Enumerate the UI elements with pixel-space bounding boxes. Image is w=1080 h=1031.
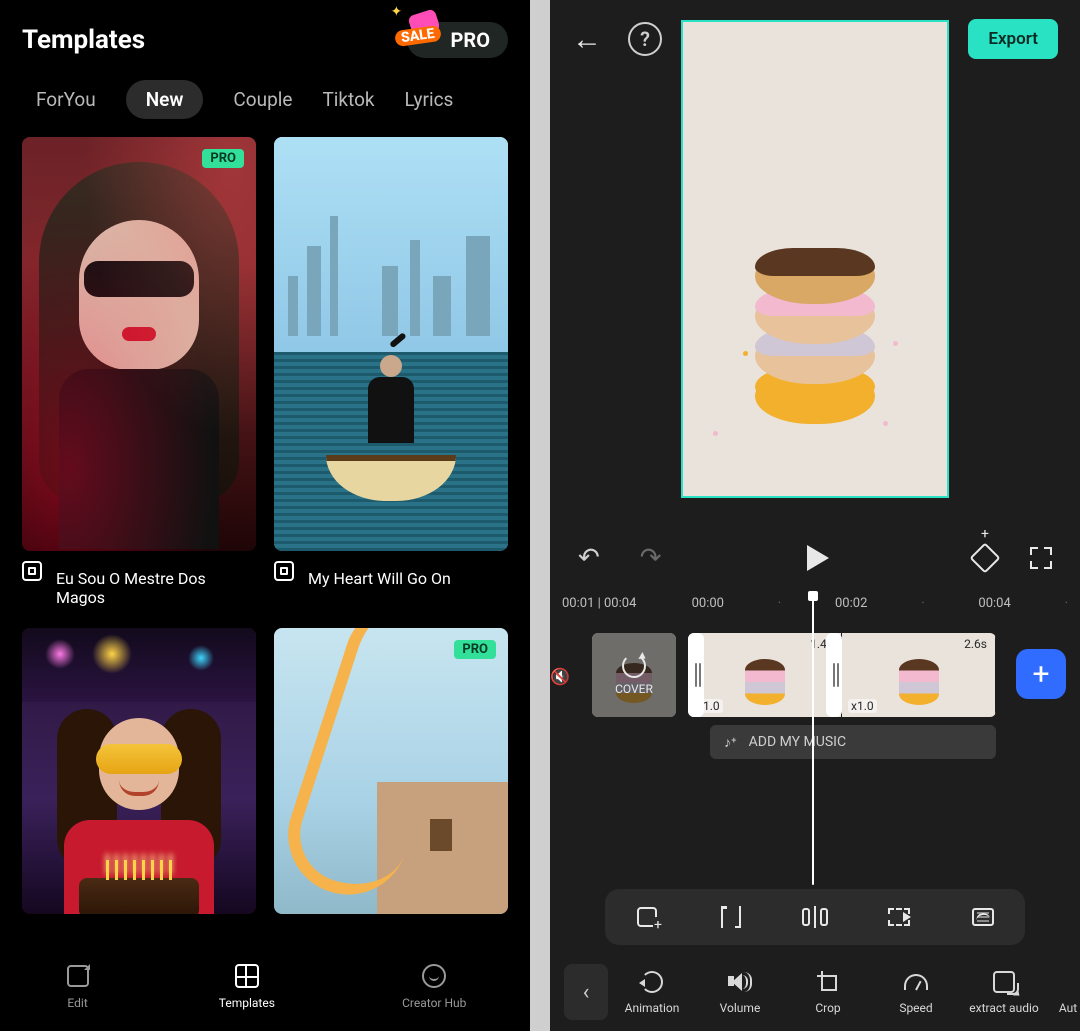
clip-duration: 2.6s [964, 637, 987, 651]
tool-crop[interactable]: Crop [784, 969, 872, 1015]
tool-label: Aut [1059, 1001, 1077, 1015]
animation-icon [641, 971, 663, 993]
creator-hub-icon [422, 964, 446, 988]
template-thumbnail [274, 137, 508, 551]
tool-bar: ‹ Animation Volume Crop Speed [550, 953, 1080, 1031]
add-clip-button[interactable]: + [1016, 649, 1066, 699]
left-header: Templates ✦ SALE PRO [0, 0, 530, 68]
nav-edit[interactable]: Edit [64, 962, 92, 1010]
page-title: Templates [22, 25, 145, 55]
tool-label: Volume [720, 1001, 761, 1015]
template-title: My Heart Will Go On [304, 559, 455, 588]
editor-pane: ← ? Export ↶ ↷ [550, 0, 1080, 1031]
keyframe-button[interactable] [969, 542, 1000, 573]
template-card[interactable]: My Heart Will Go On [274, 137, 508, 610]
trim-button[interactable] [718, 904, 744, 930]
tool-label: extract audio [969, 1001, 1038, 1015]
help-button[interactable]: ? [628, 22, 662, 56]
clip-handle-right[interactable] [826, 633, 842, 717]
clip[interactable]: 2.6s x1.0 [842, 633, 996, 717]
tab-tiktok[interactable]: Tiktok [322, 88, 374, 111]
toolbar-back-button[interactable]: ‹ [564, 964, 608, 1020]
tool-label: Crop [815, 1001, 840, 1015]
template-card[interactable] [22, 628, 256, 917]
tool-speed[interactable]: Speed [872, 969, 960, 1015]
reel-icon [274, 561, 294, 581]
pro-sale-button[interactable]: ✦ SALE PRO [407, 22, 509, 58]
undo-button[interactable]: ↶ [578, 543, 600, 573]
clip-strip: 1.4s x1.0 2.6s x1.0 [688, 633, 996, 717]
time-position: 00:01 | 00:04 [562, 596, 636, 611]
template-card[interactable]: PRO Eu Sou O Mestre Dos Magos [22, 137, 256, 610]
tool-extract-audio[interactable]: extract audio [960, 969, 1048, 1015]
adjust-button[interactable] [970, 904, 996, 930]
template-title: Eu Sou O Mestre Dos Magos [52, 559, 256, 607]
redo-button[interactable]: ↷ [640, 543, 662, 573]
preview-area [550, 78, 1080, 518]
quick-tools [605, 889, 1025, 945]
tool-animation[interactable]: Animation [608, 969, 696, 1015]
split-button[interactable] [802, 904, 828, 930]
category-tabs: ForYou New Couple Tiktok Lyrics [0, 68, 530, 137]
duplicate-button[interactable] [634, 904, 660, 930]
refresh-icon [622, 654, 646, 678]
template-thumbnail [22, 137, 256, 551]
tool-label: Animation [625, 1001, 680, 1015]
templates-icon [235, 964, 259, 988]
mute-icon[interactable]: 🔇 [550, 667, 570, 686]
ruler-label: 00:04 [925, 596, 1065, 611]
template-thumbnail [22, 628, 256, 914]
back-button[interactable]: ← [572, 22, 602, 57]
template-thumbnail [274, 628, 508, 914]
timeline[interactable]: 🔇 COVER 1.4s x1.0 2.6s x1.0 + ♪⁺ [550, 613, 1080, 783]
clip[interactable]: 1.4s x1.0 [688, 633, 842, 717]
ruler-label: 00:02 [781, 596, 921, 611]
cover-label: COVER [615, 682, 653, 696]
pro-chip: PRO [454, 640, 496, 659]
tool-volume[interactable]: Volume [696, 969, 784, 1015]
template-card[interactable]: PRO [274, 628, 508, 917]
nav-label: Edit [67, 996, 87, 1010]
tool-auto[interactable]: Aut [1048, 969, 1080, 1015]
volume-icon [728, 971, 752, 993]
transition-button[interactable] [886, 904, 912, 930]
transport-bar: ↶ ↷ [550, 528, 1080, 588]
nav-label: Creator Hub [402, 996, 466, 1010]
clip-handle-left[interactable] [688, 633, 704, 717]
edit-icon [67, 965, 89, 987]
tool-label: Speed [899, 1001, 932, 1015]
nav-templates[interactable]: Templates [219, 962, 275, 1010]
play-button[interactable] [807, 545, 829, 571]
speed-icon [904, 974, 928, 990]
pro-label: PRO [451, 28, 491, 52]
extract-audio-icon [993, 971, 1015, 993]
add-music-label: ADD MY MUSIC [749, 734, 846, 750]
cover-clip[interactable]: COVER [592, 633, 676, 717]
pro-chip: PRO [202, 149, 244, 168]
bottom-nav: Edit Templates Creator Hub [0, 941, 530, 1031]
add-music-button[interactable]: ♪⁺ ADD MY MUSIC [710, 725, 996, 759]
templates-pane: Templates ✦ SALE PRO ForYou New Couple T… [0, 0, 530, 1031]
tab-lyrics[interactable]: Lyrics [405, 88, 454, 111]
nav-label: Templates [219, 996, 275, 1010]
sale-badge-icon: ✦ SALE [389, 4, 449, 56]
crop-icon [817, 971, 839, 993]
fullscreen-button[interactable] [1030, 547, 1052, 569]
pane-divider [530, 0, 550, 1031]
music-note-icon: ♪⁺ [724, 734, 737, 751]
tab-foryou[interactable]: ForYou [36, 88, 96, 111]
playhead[interactable] [812, 595, 814, 885]
export-button[interactable]: Export [968, 19, 1058, 59]
video-preview[interactable] [681, 20, 949, 498]
ruler-label: 00:00 [638, 596, 778, 611]
tab-new[interactable]: New [126, 80, 204, 119]
clip-rate: x1.0 [848, 699, 877, 713]
reel-icon [22, 561, 42, 581]
tab-couple[interactable]: Couple [233, 88, 292, 111]
template-grid: PRO Eu Sou O Mestre Dos Magos [0, 137, 530, 917]
nav-creator-hub[interactable]: Creator Hub [402, 962, 466, 1010]
